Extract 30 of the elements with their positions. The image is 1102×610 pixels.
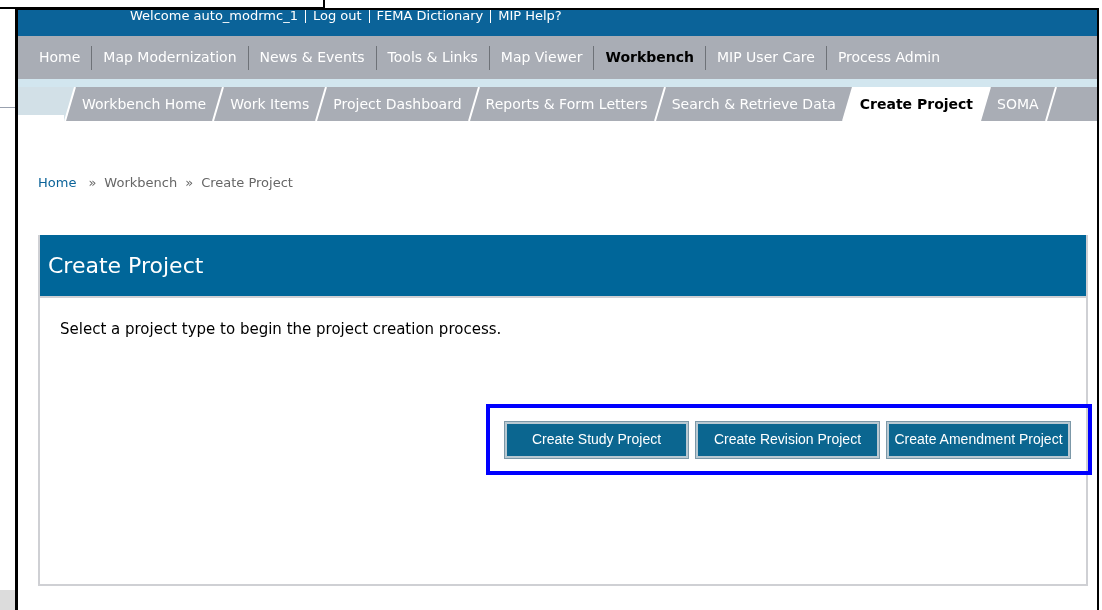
background-window-corner [0,590,15,610]
header-link[interactable]: FEMA Dictionary [376,10,484,26]
nav-item[interactable]: Home [28,47,92,68]
nav-item[interactable]: Process Admin [826,47,952,68]
welcome-text: Welcome auto_modrmc_1 [130,10,298,25]
nav-item[interactable]: Map Modernization [92,47,248,68]
nav-item[interactable]: MIP User Care [706,47,826,68]
nav-item[interactable]: Workbench [594,47,705,68]
tab-divider [315,87,328,121]
tab-divider [1044,87,1057,121]
nav-item[interactable]: News & Events [248,47,376,68]
create-button[interactable]: Create Amendment Project [887,421,1070,458]
breadcrumb-link[interactable]: Home [38,173,77,193]
breadcrumb-separator: » [185,174,194,192]
tab-divider [212,87,225,121]
tab-divider [841,87,854,121]
nav-item[interactable]: Tools & Links [376,47,489,68]
header-link[interactable]: MIP Help? [498,10,562,26]
tab-divider [653,87,666,121]
breadcrumb-text: Create Project [201,174,293,192]
breadcrumb-text: Workbench [104,174,178,192]
nav-item[interactable]: Map Viewer [489,47,594,68]
create-button[interactable]: Create Revision Project [696,421,879,458]
tab-divider [467,87,480,121]
breadcrumb-separator: » [88,174,97,192]
panel-title: Create Project [48,251,204,280]
tab-divider [979,87,992,121]
instruction-text: Select a project type to begin the project creation process. [60,318,503,340]
header-link[interactable]: Log out [312,10,362,26]
create-button[interactable]: Create Study Project [505,421,688,458]
